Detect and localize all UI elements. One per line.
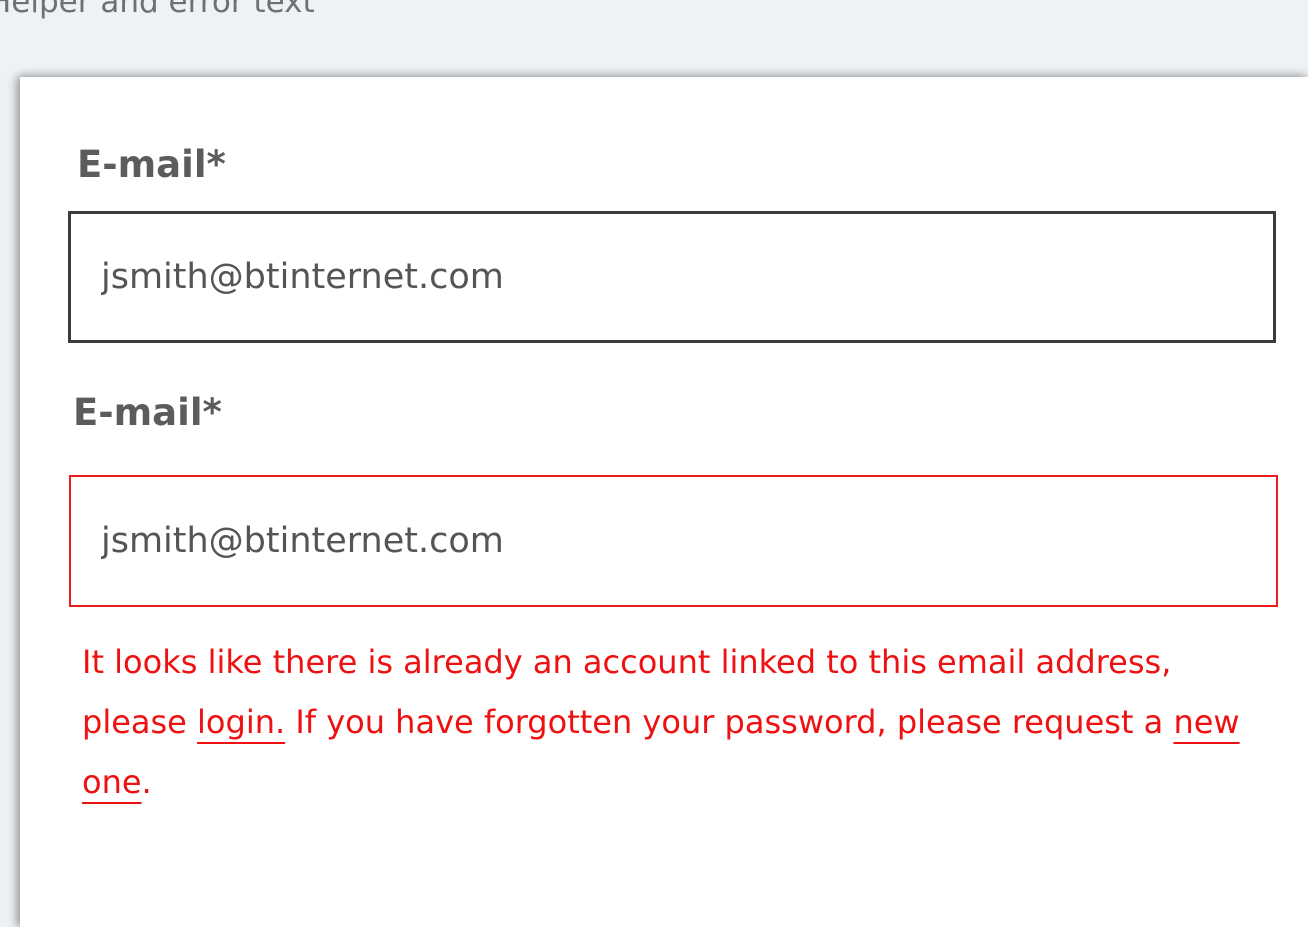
error-message: It looks like there is already an accoun…: [82, 632, 1272, 812]
error-text-part-3: .: [141, 763, 152, 801]
page-heading: Helper and error text: [0, 0, 315, 20]
email-input-error[interactable]: [69, 475, 1278, 607]
email-label: E-mail*: [77, 143, 226, 186]
error-text-part-2: If you have forgotten your password, ple…: [285, 703, 1174, 741]
form-card: E-mail* E-mail* It looks like there is a…: [20, 77, 1308, 927]
login-link[interactable]: login.: [197, 703, 285, 741]
email-input[interactable]: [68, 211, 1276, 343]
email-label-error: E-mail*: [73, 391, 222, 434]
